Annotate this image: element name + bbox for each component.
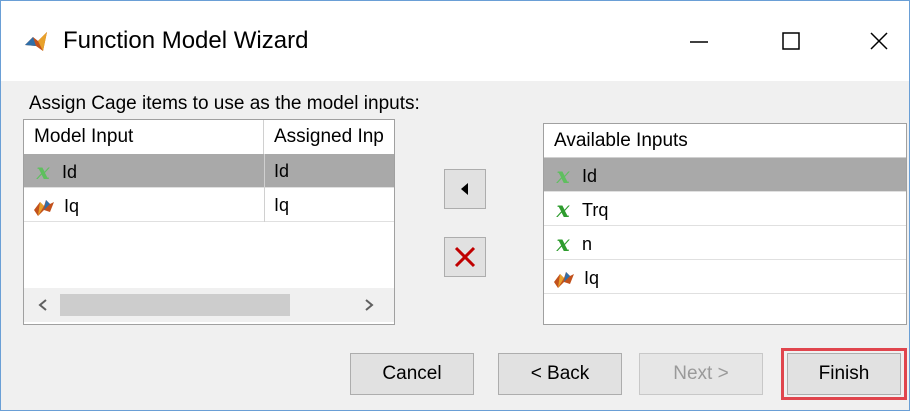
column-header-model-input[interactable]: Model Input <box>24 120 264 154</box>
close-icon <box>870 32 888 50</box>
list-item-label: Id <box>582 166 598 187</box>
horizontal-scrollbar[interactable] <box>24 288 394 322</box>
list-item-label: Iq <box>584 268 600 289</box>
maximize-button[interactable] <box>769 21 813 61</box>
feature-icon <box>552 267 576 289</box>
window-title: Function Model Wizard <box>63 27 309 54</box>
arrow-left-icon <box>461 183 468 195</box>
title-bar: Function Model Wizard <box>1 1 909 81</box>
chevron-left-icon <box>38 299 47 311</box>
list-item[interactable]: x Id <box>544 158 906 192</box>
remove-input-button[interactable] <box>444 237 486 277</box>
list-item-label: Trq <box>582 200 609 221</box>
assign-inputs-prompt: Assign Cage items to use as the model in… <box>29 93 420 114</box>
cancel-button[interactable]: Cancel <box>350 353 474 395</box>
variable-icon: x <box>556 197 570 224</box>
available-inputs-header: Available Inputs <box>544 124 906 158</box>
close-button[interactable] <box>857 21 901 61</box>
model-input-cell: Iq <box>64 196 80 217</box>
matlab-icon <box>23 29 49 55</box>
scroll-right-button[interactable] <box>354 288 384 322</box>
list-item[interactable]: Iq <box>544 260 906 294</box>
table-row[interactable]: Iq Iq <box>24 188 394 222</box>
finish-button[interactable]: Finish <box>787 353 901 395</box>
scroll-thumb[interactable] <box>60 294 290 316</box>
model-inputs-table[interactable]: Model Input Assigned Inp x Id Id Iq Iq <box>23 119 395 325</box>
scroll-left-button[interactable] <box>28 288 58 322</box>
variable-icon: x <box>36 159 50 186</box>
table-row[interactable]: x Id Id <box>24 154 394 188</box>
maximize-icon <box>782 32 800 50</box>
feature-icon <box>32 195 56 217</box>
back-button[interactable]: < Back <box>498 353 622 395</box>
minimize-icon <box>690 41 708 43</box>
function-model-wizard-window: Function Model Wizard Assign Cage items … <box>0 0 910 411</box>
model-input-cell: Id <box>62 162 78 183</box>
list-item[interactable]: x Trq <box>544 192 906 226</box>
assigned-input-cell: Iq <box>274 195 290 215</box>
variable-icon: x <box>556 163 570 190</box>
table-header: Model Input Assigned Inp <box>24 120 394 155</box>
list-item-label: n <box>582 234 593 255</box>
assigned-input-cell: Id <box>274 161 290 181</box>
variable-icon: x <box>556 231 570 258</box>
minimize-button[interactable] <box>677 21 721 61</box>
list-item[interactable]: xn <box>544 226 906 260</box>
next-button[interactable]: Next > <box>639 353 763 395</box>
column-header-assigned-input[interactable]: Assigned Inp <box>264 120 394 154</box>
assign-input-button[interactable] <box>444 169 486 209</box>
chevron-right-icon <box>365 299 374 311</box>
remove-x-icon <box>454 246 476 268</box>
available-inputs-list[interactable]: Available Inputs x Id x Trq xn Iq <box>543 123 907 325</box>
